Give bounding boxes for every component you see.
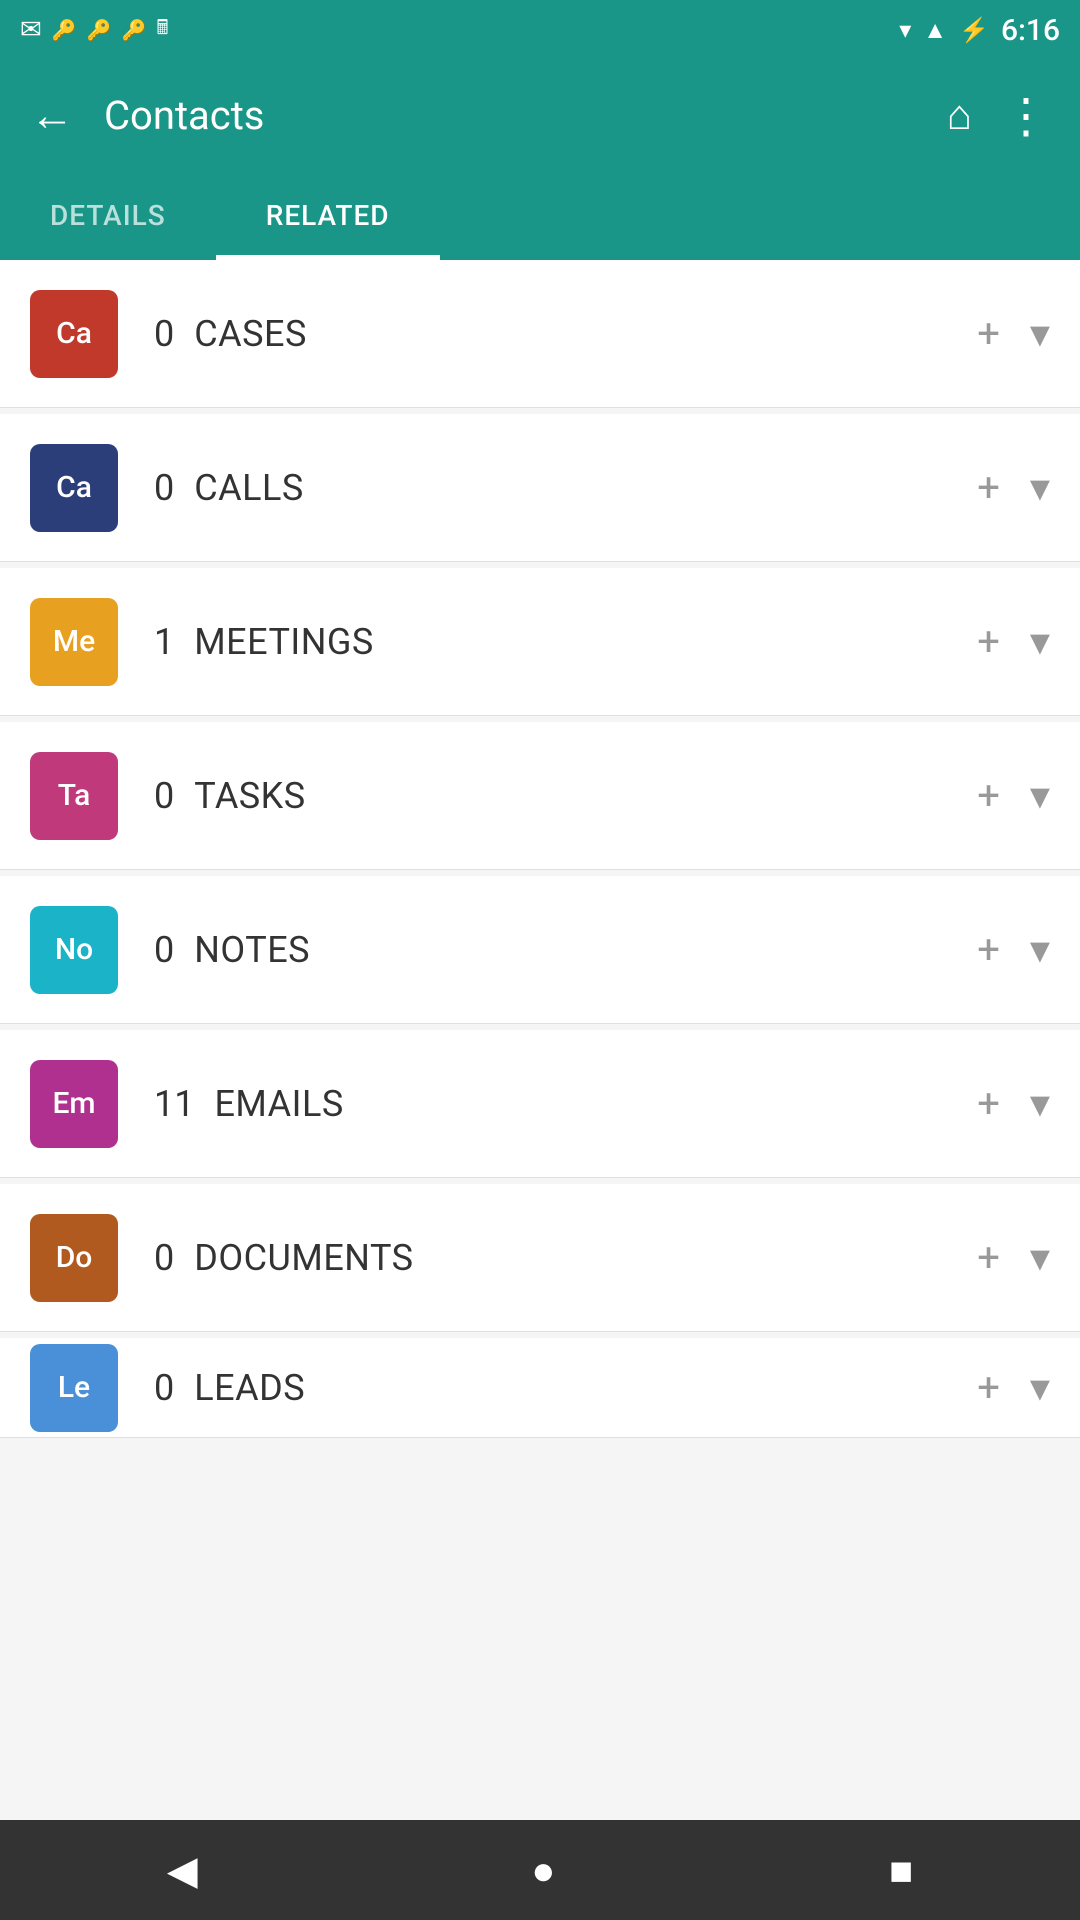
notes-count: 0: [154, 929, 174, 971]
nav-recent-button[interactable]: ■: [889, 1847, 913, 1894]
home-button[interactable]: ⌂: [947, 91, 972, 140]
cases-add-button[interactable]: +: [977, 310, 1000, 357]
meetings-count: 1: [154, 621, 174, 663]
list-item: Em 11 EMAILS + ▾: [0, 1030, 1080, 1178]
battery-icon: ⚡: [959, 16, 989, 44]
tasks-count: 0: [154, 775, 174, 817]
list-item: No 0 NOTES + ▾: [0, 876, 1080, 1024]
emails-add-button[interactable]: +: [977, 1080, 1000, 1127]
cases-count: 0: [154, 313, 174, 355]
documents-add-button[interactable]: +: [977, 1234, 1000, 1281]
icon4: 🖩: [157, 13, 169, 47]
documents-content: 0 DOCUMENTS: [154, 1237, 977, 1279]
notes-icon: No: [30, 906, 118, 994]
emails-count: 11: [154, 1083, 194, 1125]
calls-icon: Ca: [30, 444, 118, 532]
calls-add-button[interactable]: +: [977, 464, 1000, 511]
nav-back-button[interactable]: ◀: [167, 1847, 198, 1894]
tab-details-label: DETAILS: [50, 199, 166, 232]
status-time: 6:16: [1001, 13, 1060, 48]
leads-actions: + ▾: [977, 1364, 1050, 1411]
meetings-actions: + ▾: [977, 618, 1050, 665]
emails-actions: + ▾: [977, 1080, 1050, 1127]
page-title: Contacts: [104, 92, 917, 139]
wifi-icon: ▾: [899, 16, 911, 44]
tasks-icon: Ta: [30, 752, 118, 840]
list-item: Ca 0 CALLS + ▾: [0, 414, 1080, 562]
icon2: 🔑: [87, 18, 112, 42]
list-item: Ca 0 CASES + ▾: [0, 260, 1080, 408]
status-bar-left: ✉ 🔑 🔑 🔑 🖩: [20, 13, 169, 47]
documents-expand-button[interactable]: ▾: [1030, 1234, 1050, 1281]
meetings-expand-button[interactable]: ▾: [1030, 618, 1050, 665]
cases-icon: Ca: [30, 290, 118, 378]
related-list: Ca 0 CASES + ▾ Ca 0 CALLS + ▾ Me 1 MEE: [0, 260, 1080, 1820]
documents-label: DOCUMENTS: [194, 1237, 413, 1279]
tasks-content: 0 TASKS: [154, 775, 977, 817]
notes-content: 0 NOTES: [154, 929, 977, 971]
leads-content: 0 LEADS: [154, 1367, 977, 1409]
cases-expand-button[interactable]: ▾: [1030, 310, 1050, 357]
documents-count: 0: [154, 1237, 174, 1279]
back-button[interactable]: ←: [30, 89, 74, 141]
calls-actions: + ▾: [977, 464, 1050, 511]
calls-expand-button[interactable]: ▾: [1030, 464, 1050, 511]
meetings-add-button[interactable]: +: [977, 618, 1000, 665]
mail-icon: ✉: [20, 15, 42, 45]
tasks-actions: + ▾: [977, 772, 1050, 819]
leads-label: LEADS: [194, 1367, 305, 1409]
notes-label: NOTES: [194, 929, 310, 971]
app-bar: ← Contacts ⌂ ⋮: [0, 60, 1080, 170]
cases-actions: + ▾: [977, 310, 1050, 357]
cases-label: CASES: [194, 313, 307, 355]
notes-add-button[interactable]: +: [977, 926, 1000, 973]
tasks-add-button[interactable]: +: [977, 772, 1000, 819]
leads-expand-button[interactable]: ▾: [1030, 1364, 1050, 1411]
tab-related[interactable]: RELATED: [216, 170, 440, 260]
emails-expand-button[interactable]: ▾: [1030, 1080, 1050, 1127]
bottom-nav: ◀ ● ■: [0, 1820, 1080, 1920]
calls-content: 0 CALLS: [154, 467, 977, 509]
tab-details[interactable]: DETAILS: [0, 170, 216, 260]
list-item: Me 1 MEETINGS + ▾: [0, 568, 1080, 716]
meetings-label: MEETINGS: [194, 621, 374, 663]
calls-label: CALLS: [194, 467, 304, 509]
emails-label: EMAILS: [214, 1083, 343, 1125]
list-item: Do 0 DOCUMENTS + ▾: [0, 1184, 1080, 1332]
icon3: 🔑: [122, 18, 147, 42]
list-item: Ta 0 TASKS + ▾: [0, 722, 1080, 870]
tasks-expand-button[interactable]: ▾: [1030, 772, 1050, 819]
cases-content: 0 CASES: [154, 313, 977, 355]
leads-count: 0: [154, 1367, 174, 1409]
meetings-content: 1 MEETINGS: [154, 621, 977, 663]
meetings-icon: Me: [30, 598, 118, 686]
icon1: 🔑: [52, 18, 77, 42]
leads-icon: Le: [30, 1344, 118, 1432]
leads-add-button[interactable]: +: [977, 1364, 1000, 1411]
status-bar-right: ▾ ▲ ⚡ 6:16: [899, 13, 1060, 48]
status-bar: ✉ 🔑 🔑 🔑 🖩 ▾ ▲ ⚡ 6:16: [0, 0, 1080, 60]
menu-button[interactable]: ⋮: [1002, 87, 1050, 144]
documents-icon: Do: [30, 1214, 118, 1302]
tasks-label: TASKS: [194, 775, 305, 817]
emails-content: 11 EMAILS: [154, 1083, 977, 1125]
signal-icon: ▲: [923, 16, 947, 45]
tabs: DETAILS RELATED: [0, 170, 1080, 260]
notes-expand-button[interactable]: ▾: [1030, 926, 1050, 973]
tab-related-label: RELATED: [266, 199, 390, 232]
nav-home-button[interactable]: ●: [531, 1847, 555, 1894]
documents-actions: + ▾: [977, 1234, 1050, 1281]
list-item: Le 0 LEADS + ▾: [0, 1338, 1080, 1438]
notes-actions: + ▾: [977, 926, 1050, 973]
calls-count: 0: [154, 467, 174, 509]
emails-icon: Em: [30, 1060, 118, 1148]
